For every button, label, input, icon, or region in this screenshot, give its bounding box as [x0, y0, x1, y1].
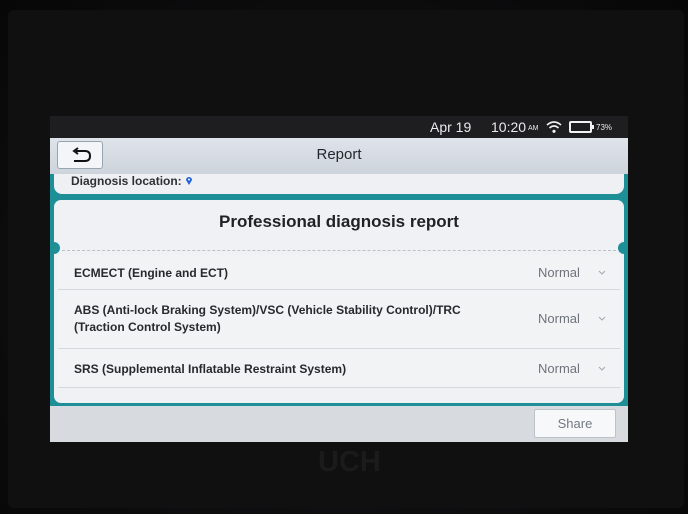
system-name: ABS (Anti-lock Braking System)/VSC (Vehi…: [74, 303, 461, 334]
system-row-engine[interactable]: ECMECT (Engine and ECT) Normal: [58, 255, 620, 290]
system-row-abs[interactable]: ABS (Anti-lock Braking System)/VSC (Vehi…: [58, 290, 620, 349]
system-name: SRS (Supplemental Inflatable Restraint S…: [74, 362, 347, 376]
report-content[interactable]: Diagnosis location: Professional diagnos…: [50, 174, 628, 406]
status-time: 10:20: [491, 119, 527, 135]
chevron-down-icon: [598, 366, 606, 371]
dashed-divider: [62, 250, 616, 251]
system-row-srs[interactable]: SRS (Supplemental Inflatable Restraint S…: [58, 349, 620, 388]
status-date: Apr 19: [430, 119, 472, 135]
battery-percentage: 73%: [596, 123, 613, 132]
device-brand-label: UCH: [318, 446, 381, 478]
system-status: Normal: [538, 311, 580, 326]
page-title: Report: [316, 146, 362, 163]
professional-report-card: Professional diagnosis report ECMECT (En…: [54, 200, 624, 403]
tablet-screen: Apr 19 10:20 AM 73% Report Diagnosis loc…: [50, 116, 628, 442]
system-name: ECMECT (Engine and ECT): [74, 266, 228, 280]
system-status: Normal: [538, 361, 580, 376]
diagnosis-location-label: Diagnosis location:: [71, 174, 182, 188]
app-header: Report: [50, 138, 628, 175]
report-title: Professional diagnosis report: [219, 212, 459, 231]
battery-icon: [569, 121, 594, 133]
chevron-down-icon: [598, 270, 606, 275]
status-bar: Apr 19 10:20 AM 73%: [50, 116, 628, 138]
diagnosis-location-card: Diagnosis location:: [54, 174, 624, 194]
chevron-down-icon: [598, 316, 606, 321]
system-status: Normal: [538, 265, 580, 280]
wifi-icon: [546, 121, 562, 133]
location-pin-icon: [186, 177, 192, 185]
status-am-pm: AM: [528, 125, 539, 132]
bottom-action-bar: Share: [50, 406, 628, 442]
share-button[interactable]: Share: [534, 409, 616, 438]
